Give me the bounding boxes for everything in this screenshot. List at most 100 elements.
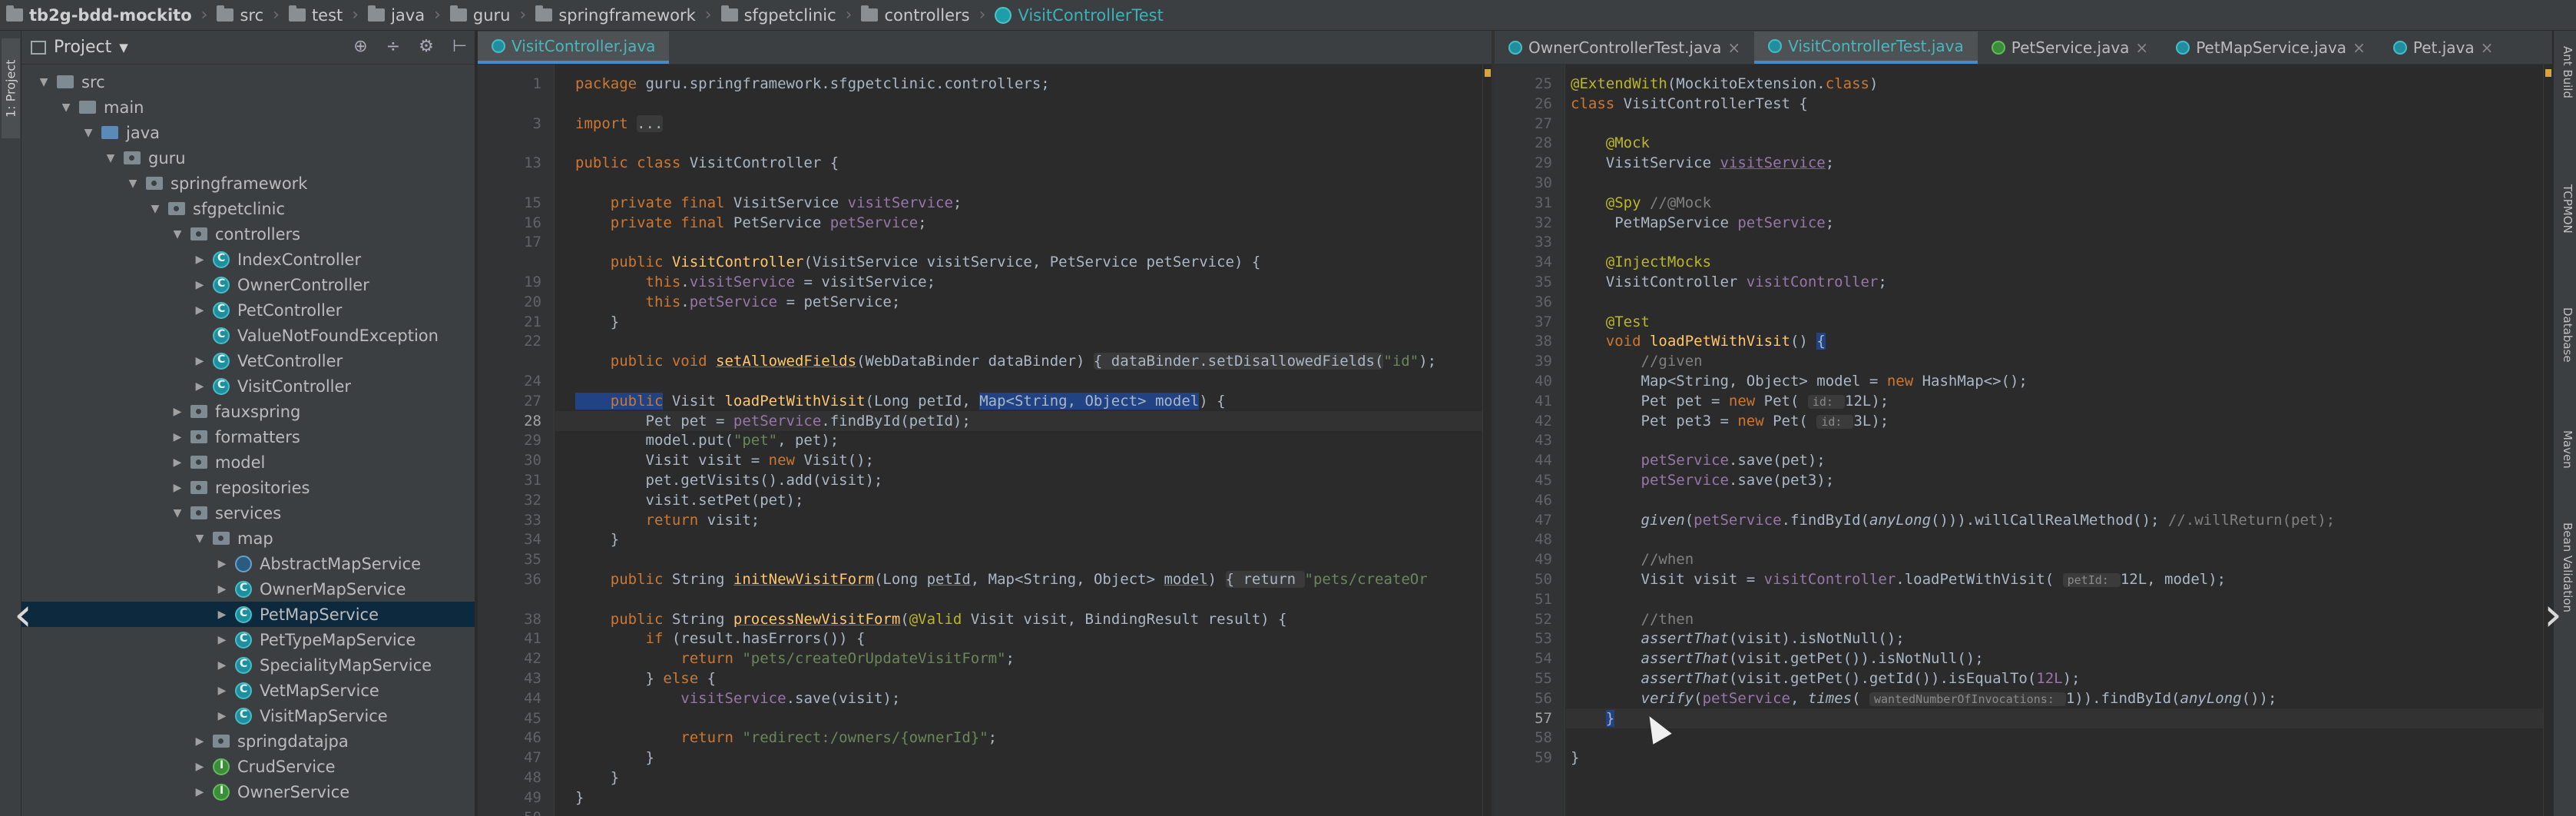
- close-icon[interactable]: ×: [2353, 38, 2366, 57]
- code-line[interactable]: pet.getVisits().add(visit);: [555, 470, 883, 490]
- code-line[interactable]: this.petService = petService;: [555, 292, 901, 312]
- breadcrumb-item[interactable]: springframework: [535, 5, 696, 25]
- code-line[interactable]: [1566, 232, 1571, 252]
- expanded-arrow-icon[interactable]: ▼: [104, 152, 118, 164]
- collapsed-arrow-icon[interactable]: ▶: [171, 482, 184, 494]
- code-line[interactable]: Pet pet3 = new Pet( id: 3L);: [1566, 411, 1889, 431]
- code-line[interactable]: verify(petService, times( wantedNumberOf…: [1566, 688, 2277, 708]
- tree-item[interactable]: ▼ src: [22, 69, 475, 95]
- tree-item[interactable]: ▼ map: [22, 526, 475, 551]
- code-line[interactable]: VisitController visitController;: [1566, 272, 1887, 292]
- code-line[interactable]: }: [555, 312, 619, 332]
- collapsed-arrow-icon[interactable]: ▶: [193, 761, 207, 773]
- code-line[interactable]: public class VisitController {: [555, 153, 839, 173]
- breadcrumb-item[interactable]: test: [288, 5, 343, 25]
- close-icon[interactable]: ×: [2135, 38, 2148, 57]
- tree-item[interactable]: ▶ PetController: [22, 297, 475, 323]
- right-editor-code[interactable]: @ExtendWith(MockitoExtension.class) class…: [1566, 65, 2543, 816]
- code-line[interactable]: PetMapService petService;: [1566, 213, 1834, 233]
- editor-tab[interactable]: VisitControllerTest.java: [1754, 32, 1978, 64]
- editor-tab[interactable]: VisitController.java: [478, 32, 670, 64]
- right-editor-scroll-markers[interactable]: [2543, 65, 2552, 816]
- code-line[interactable]: @Mock: [1566, 133, 1650, 153]
- code-line[interactable]: class VisitControllerTest {: [1566, 94, 1808, 114]
- tree-item[interactable]: ▼ controllers: [22, 221, 475, 247]
- collapsed-arrow-icon[interactable]: ▶: [193, 355, 207, 367]
- breadcrumb-item[interactable]: src: [217, 5, 263, 25]
- code-line[interactable]: this.visitService = visitService;: [555, 272, 936, 292]
- code-line[interactable]: if (result.hasErrors()) {: [555, 629, 866, 648]
- collapsed-arrow-icon[interactable]: ▶: [193, 304, 207, 317]
- code-line[interactable]: [555, 708, 575, 728]
- tree-item[interactable]: ▼ services: [22, 500, 475, 526]
- expanded-arrow-icon[interactable]: ▼: [193, 532, 207, 545]
- tree-item[interactable]: ▼ guru: [22, 145, 475, 171]
- breadcrumb-item[interactable]: VisitControllerTest: [995, 6, 1164, 25]
- code-line[interactable]: [555, 133, 575, 153]
- tree-item[interactable]: ▶ VetController: [22, 348, 475, 373]
- tree-item[interactable]: ▶ SpecialityMapService: [22, 652, 475, 678]
- code-line[interactable]: }: [555, 748, 654, 768]
- code-line[interactable]: @Spy //@Mock: [1566, 193, 1711, 213]
- tree-item[interactable]: ▶ springdatajpa: [22, 728, 475, 754]
- chevron-down-icon[interactable]: ▼: [119, 41, 128, 55]
- expanded-arrow-icon[interactable]: ▼: [171, 228, 184, 240]
- collapsed-arrow-icon[interactable]: ▶: [215, 609, 229, 621]
- tree-item[interactable]: ▼ java: [22, 120, 475, 145]
- tree-item[interactable]: ▶ OwnerMapService: [22, 576, 475, 602]
- code-line[interactable]: }: [555, 788, 584, 808]
- left-editor-code[interactable]: package guru.springframework.sfgpetclini…: [555, 65, 1491, 816]
- editor-tab[interactable]: Pet.java ×: [2379, 32, 2508, 64]
- collapsed-arrow-icon[interactable]: ▶: [171, 431, 184, 443]
- tree-item[interactable]: ▶ PetTypeMapService: [22, 627, 475, 652]
- breadcrumb-item[interactable]: tb2g-bdd-mockito: [6, 5, 192, 25]
- tree-item[interactable]: ▼ main: [22, 95, 475, 120]
- code-line[interactable]: [1566, 292, 1571, 312]
- collapsed-arrow-icon[interactable]: ▶: [215, 558, 229, 570]
- code-line[interactable]: public Visit loadPetWithVisit(Long petId…: [555, 391, 1226, 411]
- collapse-all-icon[interactable]: ÷: [386, 37, 400, 56]
- close-icon[interactable]: ×: [2481, 38, 2494, 57]
- editor-tab[interactable]: PetService.java ×: [1978, 32, 2162, 64]
- collapsed-arrow-icon[interactable]: ▶: [215, 685, 229, 697]
- tree-item[interactable]: ▶ VisitController: [22, 373, 475, 399]
- code-line[interactable]: private final PetService petService;: [555, 213, 927, 233]
- tree-item[interactable]: ▼ springframework: [22, 171, 475, 196]
- code-line[interactable]: given(petService.findById(anyLong())).wi…: [1566, 510, 2336, 530]
- collapsed-arrow-icon[interactable]: ▶: [215, 710, 229, 722]
- code-line[interactable]: model.put("pet", pet);: [555, 430, 839, 450]
- code-line[interactable]: [555, 371, 575, 391]
- expanded-arrow-icon[interactable]: ▼: [37, 76, 51, 88]
- collapsed-arrow-icon[interactable]: ▶: [215, 659, 229, 672]
- code-line[interactable]: @InjectMocks: [1566, 252, 1711, 272]
- collapsed-arrow-icon[interactable]: ▶: [215, 634, 229, 646]
- tree-item[interactable]: ▶ OwnerController: [22, 272, 475, 297]
- code-line[interactable]: [1566, 430, 1571, 450]
- code-line[interactable]: return "pets/createOrUpdateVisitForm";: [555, 648, 1015, 668]
- code-line[interactable]: [555, 589, 575, 609]
- code-line[interactable]: visitService.save(visit);: [555, 688, 900, 708]
- code-line[interactable]: [1566, 529, 1571, 549]
- code-line[interactable]: [555, 331, 575, 351]
- editor-tab[interactable]: OwnerControllerTest.java ×: [1495, 32, 1754, 64]
- code-line[interactable]: }: [555, 768, 619, 788]
- code-line[interactable]: }: [1566, 708, 2543, 728]
- expanded-arrow-icon[interactable]: ▼: [171, 507, 184, 519]
- tree-item[interactable]: ▶ AbstractMapService: [22, 551, 475, 576]
- tree-item[interactable]: ▶ repositories: [22, 475, 475, 500]
- code-line[interactable]: [555, 94, 575, 114]
- tool-window-button[interactable]: Maven: [2556, 430, 2574, 469]
- code-line[interactable]: [1566, 173, 1571, 193]
- tree-item[interactable]: ▶ VetMapService: [22, 678, 475, 703]
- code-line[interactable]: private final VisitService visitService;: [555, 193, 962, 213]
- tree-item[interactable]: ▶ fauxspring: [22, 399, 475, 424]
- collapsed-arrow-icon[interactable]: ▶: [171, 456, 184, 469]
- code-line[interactable]: [1566, 490, 1571, 510]
- code-line[interactable]: public VisitController(VisitService visi…: [555, 252, 1261, 272]
- project-tool-window-button[interactable]: 1: Project: [2, 38, 20, 138]
- editor-tab[interactable]: PetMapService.java ×: [2162, 32, 2379, 64]
- project-panel-title[interactable]: Project: [54, 38, 111, 57]
- expanded-arrow-icon[interactable]: ▼: [81, 127, 95, 139]
- tree-item[interactable]: ▶ formatters: [22, 424, 475, 449]
- collapsed-arrow-icon[interactable]: ▶: [193, 279, 207, 291]
